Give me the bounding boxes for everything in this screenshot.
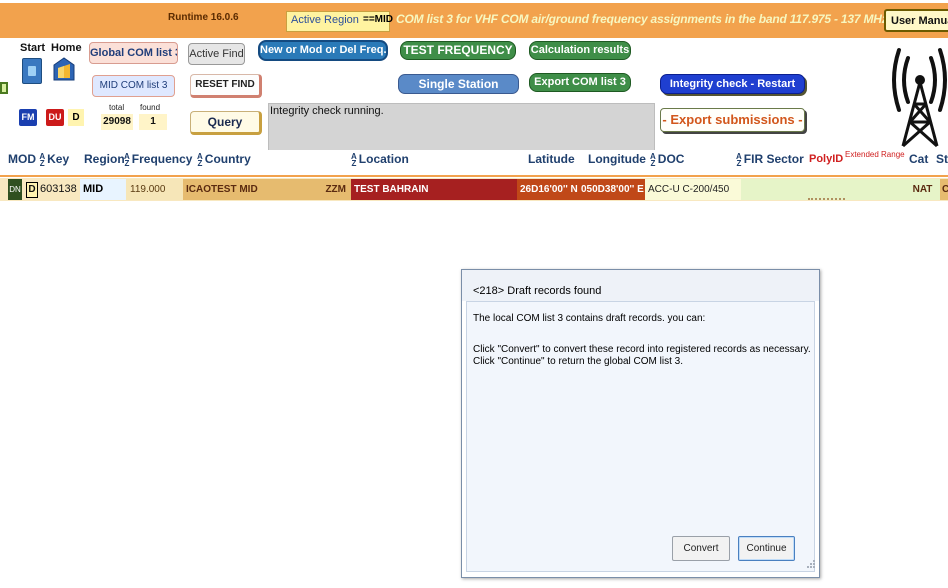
cell-sta[interactable]: C bbox=[940, 179, 948, 200]
convert-button[interactable]: Convert bbox=[672, 536, 730, 561]
cell-doc[interactable]: ACC-U C-200/450 bbox=[645, 179, 741, 200]
sort-icon[interactable]: AZ bbox=[197, 152, 203, 167]
start-label: Start bbox=[20, 42, 46, 54]
fm-badge[interactable]: FM bbox=[19, 109, 37, 126]
column-header-frequency-label: Frequency bbox=[131, 152, 193, 166]
column-header-doc-label: DOC bbox=[657, 152, 685, 166]
column-header-location-label: Location bbox=[358, 152, 409, 166]
column-header-longitude[interactable]: Longitude bbox=[588, 152, 646, 166]
total-label: total bbox=[109, 103, 125, 112]
test-frequency-button[interactable]: TEST FREQUENCY bbox=[400, 41, 516, 60]
reset-find-button[interactable]: RESET FIND bbox=[190, 74, 262, 98]
query-button[interactable]: Query bbox=[190, 111, 262, 135]
column-header-fir-sector-label: FIR Sector bbox=[743, 152, 804, 166]
sort-icon[interactable]: AZ bbox=[124, 152, 130, 167]
export-submissions-button[interactable]: - Export submissions - bbox=[660, 108, 805, 132]
cell-country-code[interactable]: ZZM bbox=[317, 179, 351, 200]
column-header-doc[interactable]: A Z DOC bbox=[650, 152, 684, 167]
cell-frequency[interactable]: 119.000 bbox=[126, 179, 183, 200]
column-header-fir-sector[interactable]: A Z FIR Sector bbox=[736, 152, 804, 167]
cell-country[interactable]: ICAOTEST MID bbox=[183, 179, 317, 200]
cell-location[interactable]: TEST BAHRAIN bbox=[351, 179, 517, 200]
mid-com-list-button[interactable]: MID COM list 3 bbox=[92, 75, 175, 97]
new-mod-del-frequency-button[interactable]: New or Mod or Del Freq. bbox=[258, 40, 388, 61]
status-message: Integrity check running. bbox=[270, 105, 384, 117]
dialog-message: The local COM list 3 contains draft reco… bbox=[473, 313, 706, 324]
column-header-key-label: Key bbox=[47, 152, 70, 166]
header-separator bbox=[0, 175, 948, 177]
found-count: 1 bbox=[139, 114, 167, 130]
active-region-label: Active Region bbox=[291, 14, 359, 26]
cell-key[interactable]: 603138 bbox=[40, 179, 80, 200]
continue-button[interactable]: Continue bbox=[738, 536, 795, 561]
column-header-country[interactable]: A Z Country bbox=[197, 152, 251, 167]
single-station-button[interactable]: Single Station bbox=[398, 74, 519, 94]
page-title: COM list 3 for VHF COM air/ground freque… bbox=[396, 12, 888, 26]
column-header-country-label: Country bbox=[204, 152, 251, 166]
sort-icon[interactable]: AZ bbox=[351, 152, 357, 167]
cell-extended-range[interactable] bbox=[845, 179, 905, 200]
cell-latitude[interactable]: 26D16'00'' N bbox=[517, 179, 579, 200]
column-header-mod[interactable]: MOD A Z Key bbox=[8, 152, 69, 167]
cell-region[interactable]: MID bbox=[80, 179, 126, 200]
column-header-frequency[interactable]: A Z Frequency bbox=[124, 152, 192, 167]
total-count: 29098 bbox=[101, 114, 133, 130]
dialog-body bbox=[466, 301, 815, 572]
du-badge[interactable]: DU bbox=[46, 109, 64, 126]
found-label: found bbox=[140, 103, 161, 112]
cell-flag[interactable]: D bbox=[26, 182, 38, 198]
dialog-continue-instruction: Click "Continue" to return the global CO… bbox=[473, 356, 683, 367]
cell-polyid[interactable] bbox=[808, 179, 845, 200]
column-header-extended-range[interactable]: Extended Range bbox=[845, 150, 905, 160]
sort-icon[interactable]: AZ bbox=[650, 152, 656, 167]
column-header-region[interactable]: Region bbox=[84, 152, 125, 166]
record-selector-icon[interactable] bbox=[0, 82, 8, 94]
runtime-version: Runtime 16.0.6 bbox=[168, 12, 239, 23]
calculation-results-button[interactable]: Calculation results bbox=[529, 41, 631, 60]
sort-icon[interactable]: AZ bbox=[736, 152, 742, 167]
column-header-polyid[interactable]: PolyID bbox=[809, 153, 843, 165]
radio-tower-icon bbox=[885, 36, 948, 148]
user-manual-button[interactable]: User Manual bbox=[884, 9, 948, 32]
dialog-convert-instruction: Click "Convert" to convert these record … bbox=[473, 344, 811, 355]
column-header-sta[interactable]: Sta bbox=[936, 152, 948, 166]
global-com-list-button[interactable]: Global COM list 3 bbox=[89, 42, 178, 64]
integrity-check-restart-button[interactable]: Integrity check - Restart bbox=[660, 74, 805, 94]
d-badge[interactable]: D bbox=[68, 109, 84, 126]
cell-cat[interactable]: NAT bbox=[905, 179, 940, 200]
column-header-location[interactable]: A Z Location bbox=[351, 152, 409, 167]
active-region-value: ==MID bbox=[363, 14, 394, 25]
home-icon[interactable] bbox=[52, 56, 76, 82]
home-label: Home bbox=[51, 42, 82, 54]
start-icon[interactable] bbox=[22, 58, 42, 84]
resize-grip-icon[interactable] bbox=[804, 557, 816, 569]
cell-longitude[interactable]: 050D38'00'' E bbox=[579, 179, 645, 200]
cell-fir-sector[interactable] bbox=[741, 179, 808, 200]
top-bar-strip bbox=[0, 0, 948, 3]
active-find-button[interactable]: Active Find bbox=[188, 43, 245, 65]
dialog-title: <218> Draft records found bbox=[473, 285, 602, 297]
cell-mod[interactable]: DN bbox=[8, 179, 22, 200]
sort-icon[interactable]: AZ bbox=[39, 152, 45, 167]
column-header-cat[interactable]: Cat bbox=[909, 152, 928, 166]
column-header-latitude[interactable]: Latitude bbox=[528, 152, 575, 166]
export-com-list-button[interactable]: Export COM list 3 bbox=[529, 73, 631, 92]
